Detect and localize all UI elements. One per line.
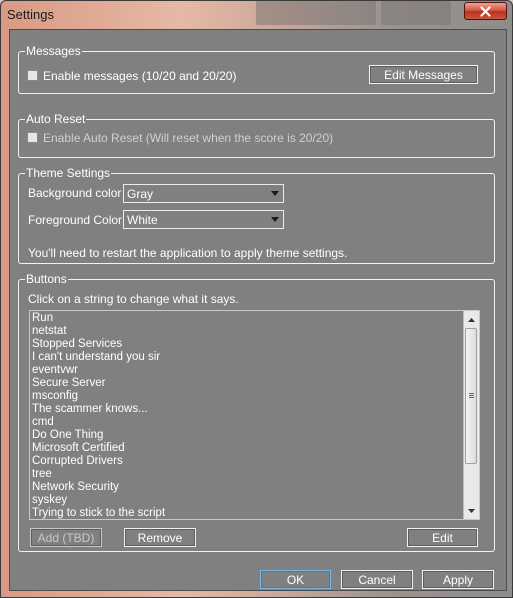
enable-messages-label[interactable]: Enable messages (10/20 and 20/20) [43,69,236,83]
ok-button[interactable]: OK [260,570,331,589]
list-item[interactable]: Secure Server [30,377,479,390]
title-bar[interactable]: Settings [1,1,513,29]
enable-auto-reset-label[interactable]: Enable Auto Reset (Will reset when the s… [43,131,333,145]
settings-window: Settings Messages Enable messages (10/20… [0,0,513,598]
list-item[interactable]: Run [30,312,479,325]
messages-legend: Messages [26,44,81,58]
window-title: Settings [7,7,54,22]
list-item[interactable]: Network Security [30,481,479,494]
buttons-legend: Buttons [26,272,67,286]
list-item[interactable]: Stopped Services [30,338,479,351]
client-area: Messages Enable messages (10/20 and 20/2… [9,29,507,591]
foreground-color-label: Foreground Color [28,213,123,227]
enable-auto-reset-checkbox[interactable] [27,132,38,143]
list-item[interactable]: msconfig [30,390,479,403]
edit-button[interactable]: Edit [407,528,478,547]
list-item[interactable]: Corrupted Drivers [30,455,479,468]
add-button[interactable]: Add (TBD) [30,528,102,547]
auto-reset-legend: Auto Reset [26,112,86,126]
enable-messages-checkbox[interactable] [27,70,38,81]
background-color-value: Gray [127,187,154,201]
list-item[interactable]: Do One Thing [30,429,479,442]
list-item[interactable]: I can't understand you sir [30,351,479,364]
list-item[interactable]: Microsoft Certified [30,442,479,455]
list-item[interactable]: Trying to stick to the script [30,507,479,519]
theme-settings-legend: Theme Settings [26,166,111,180]
scroll-grip-line [469,393,474,394]
list-item[interactable]: tree [30,468,479,481]
edit-messages-button[interactable]: Edit Messages [369,65,478,84]
foreground-color-select[interactable]: White [123,210,284,229]
button-strings-listbox[interactable]: Run netstat Stopped Services I can't unders… [29,310,480,520]
theme-restart-note: You'll need to restart the application t… [28,246,348,260]
cancel-button[interactable]: Cancel [341,570,413,589]
scroll-grip-line [469,395,474,396]
scroll-grip-line [469,397,474,398]
chevron-down-icon [271,191,279,196]
close-icon [480,5,491,17]
vertical-scrollbar[interactable] [463,311,479,519]
background-color-label: Background color [28,186,122,200]
button-strings-items: Run netstat Stopped Services I can't unders… [30,311,479,519]
list-item[interactable]: syskey [30,494,479,507]
chevron-down-icon [271,217,279,222]
background-color-select[interactable]: Gray [123,184,284,203]
close-button[interactable] [464,2,507,20]
scroll-down-button[interactable] [464,503,479,518]
list-item[interactable]: netstat [30,325,479,338]
scroll-thumb[interactable] [465,328,477,464]
scroll-up-button[interactable] [464,312,479,327]
list-item[interactable]: eventvwr [30,364,479,377]
scroll-down-arrow-icon [468,508,475,513]
list-item[interactable]: cmd [30,416,479,429]
buttons-hint: Click on a string to change what it says… [28,292,239,306]
remove-button[interactable]: Remove [124,528,196,547]
list-item[interactable]: The scammer knows... [30,403,479,416]
scroll-up-arrow-icon [468,317,475,322]
foreground-color-value: White [127,213,158,227]
apply-button[interactable]: Apply [422,570,494,589]
